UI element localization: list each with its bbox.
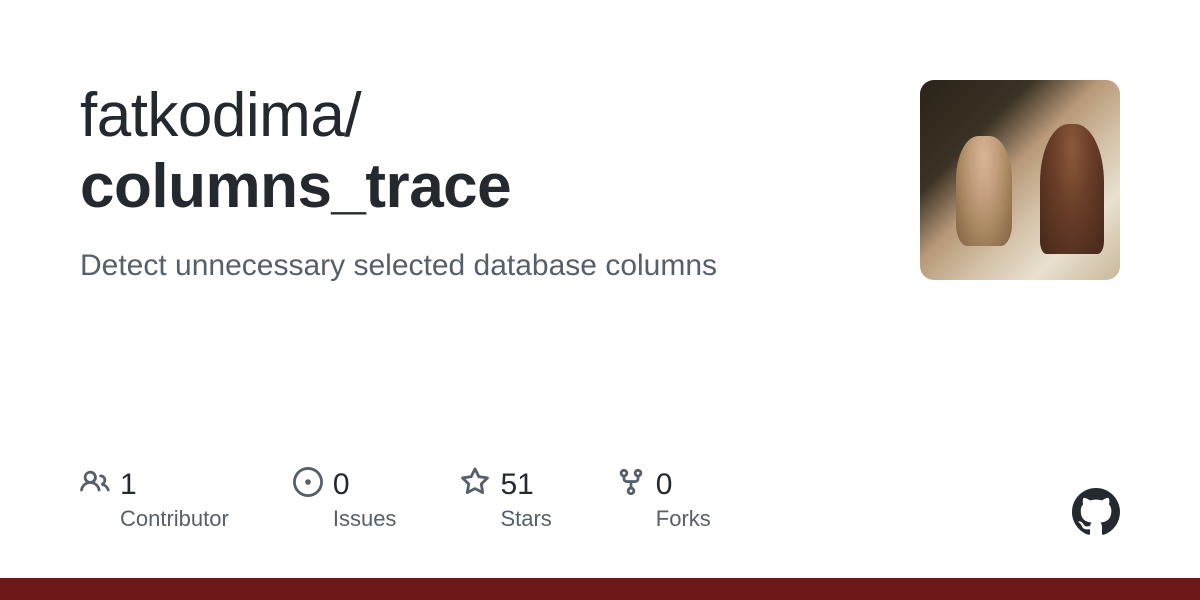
stat-issues-label: Issues bbox=[333, 506, 397, 532]
star-icon bbox=[460, 467, 490, 502]
stat-contributors[interactable]: 1 Contributor bbox=[80, 467, 229, 532]
repo-owner[interactable]: fatkodima bbox=[80, 81, 344, 150]
repo-text-block: fatkodima/ columns_trace Detect unnecess… bbox=[80, 80, 920, 283]
repo-card: fatkodima/ columns_trace Detect unnecess… bbox=[0, 0, 1200, 283]
stat-stars[interactable]: 51 Stars bbox=[460, 467, 551, 532]
stat-stars-label: Stars bbox=[500, 506, 551, 532]
avatar[interactable] bbox=[920, 80, 1120, 280]
repo-description: Detect unnecessary selected database col… bbox=[80, 249, 880, 283]
accent-bar bbox=[0, 578, 1200, 600]
stat-contributors-value: 1 bbox=[120, 468, 137, 502]
stat-forks-label: Forks bbox=[656, 506, 711, 532]
people-icon bbox=[80, 467, 110, 502]
stats-row: 1 Contributor 0 Issues 51 Stars 0 Forks bbox=[80, 467, 711, 532]
stat-forks[interactable]: 0 Forks bbox=[616, 467, 711, 532]
issue-icon bbox=[293, 467, 323, 502]
github-logo-icon[interactable] bbox=[1072, 488, 1120, 536]
repo-title: fatkodima/ columns_trace bbox=[80, 80, 880, 223]
stat-issues[interactable]: 0 Issues bbox=[293, 467, 397, 532]
repo-name[interactable]: columns_trace bbox=[80, 152, 511, 221]
stat-forks-value: 0 bbox=[656, 468, 673, 502]
stat-issues-value: 0 bbox=[333, 468, 350, 502]
repo-separator: / bbox=[344, 81, 361, 150]
stat-contributors-label: Contributor bbox=[120, 506, 229, 532]
fork-icon bbox=[616, 467, 646, 502]
stat-stars-value: 51 bbox=[500, 468, 533, 502]
